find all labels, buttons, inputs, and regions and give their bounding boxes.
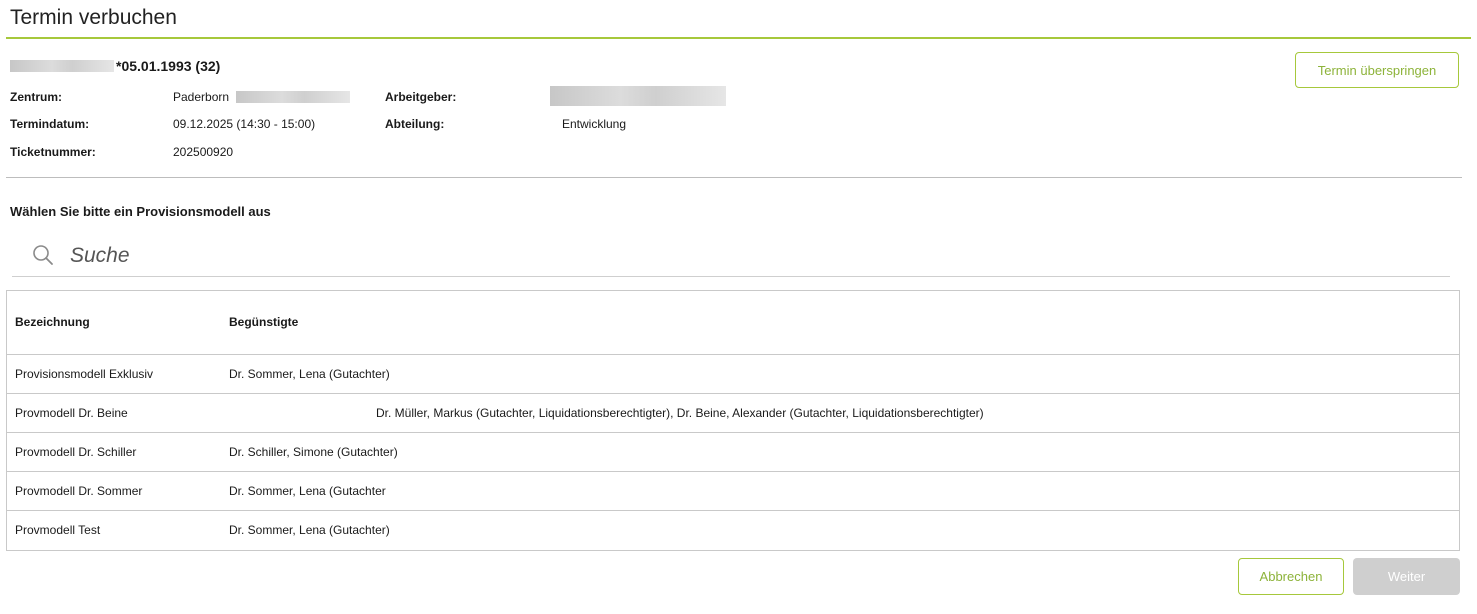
termindatum-label: Termindatum: [10,117,90,131]
patient-birthdate: *05.01.1993 (32) [116,58,221,74]
page-title: Termin verbuchen [10,6,177,29]
column-header-beguenstigte: Begünstigte [229,315,299,329]
search-icon [33,245,53,265]
row-beneficiaries: Dr. Müller, Markus (Gutachter, Liquidati… [376,406,984,420]
title-divider [6,37,1471,39]
section-divider [6,177,1462,178]
arbeitgeber-redacted [550,86,726,106]
zentrum-label: Zentrum: [10,90,62,104]
row-name: Provmodell Dr. Sommer [15,484,143,498]
row-name: Provmodell Dr. Schiller [15,445,137,459]
skip-appointment-button[interactable]: Termin überspringen [1295,52,1459,88]
patient-name-redacted [10,60,114,72]
table-row[interactable]: Provmodell Dr. Beine Dr. Müller, Markus … [7,394,1459,433]
search-bar [12,236,1450,277]
row-beneficiaries: Dr. Schiller, Simone (Gutachter) [229,445,398,459]
ticketnummer-value: 202500920 [173,145,234,159]
abteilung-label: Abteilung: [385,117,445,131]
next-button[interactable]: Weiter [1353,558,1460,595]
row-beneficiaries: Dr. Sommer, Lena (Gutachter [229,484,386,498]
ticketnummer-label: Ticketnummer: [10,145,96,159]
column-header-bezeichnung: Bezeichnung [15,315,90,329]
row-beneficiaries: Dr. Sommer, Lena (Gutachter) [229,523,390,537]
row-name: Provmodell Dr. Beine [15,406,128,420]
cancel-button[interactable]: Abbrechen [1238,558,1344,595]
provision-model-table: Bezeichnung Begünstigte Provisionsmodell… [6,290,1460,551]
table-row[interactable]: Provmodell Dr. Schiller Dr. Schiller, Si… [7,433,1459,472]
search-input[interactable] [68,240,672,272]
row-name: Provmodell Test [15,523,101,537]
patient-header: *05.01.1993 (32) [10,58,220,74]
zentrum-redacted [236,91,350,103]
arbeitgeber-label: Arbeitgeber: [385,90,457,104]
model-selection-heading: Wählen Sie bitte ein Provisionsmodell au… [10,204,271,219]
row-beneficiaries: Dr. Sommer, Lena (Gutachter) [229,367,390,381]
zentrum-value: Paderborn [173,90,230,104]
row-name: Provisionsmodell Exklusiv [15,367,154,381]
table-row[interactable]: Provmodell Test Dr. Sommer, Lena (Gutach… [7,511,1459,550]
termindatum-value: 09.12.2025 (14:30 - 15:00) [173,117,316,131]
table-row[interactable]: Provisionsmodell Exklusiv Dr. Sommer, Le… [7,355,1459,394]
table-row[interactable]: Provmodell Dr. Sommer Dr. Sommer, Lena (… [7,472,1459,511]
table-header: Bezeichnung Begünstigte [7,291,1459,355]
abteilung-value: Entwicklung [562,117,627,131]
